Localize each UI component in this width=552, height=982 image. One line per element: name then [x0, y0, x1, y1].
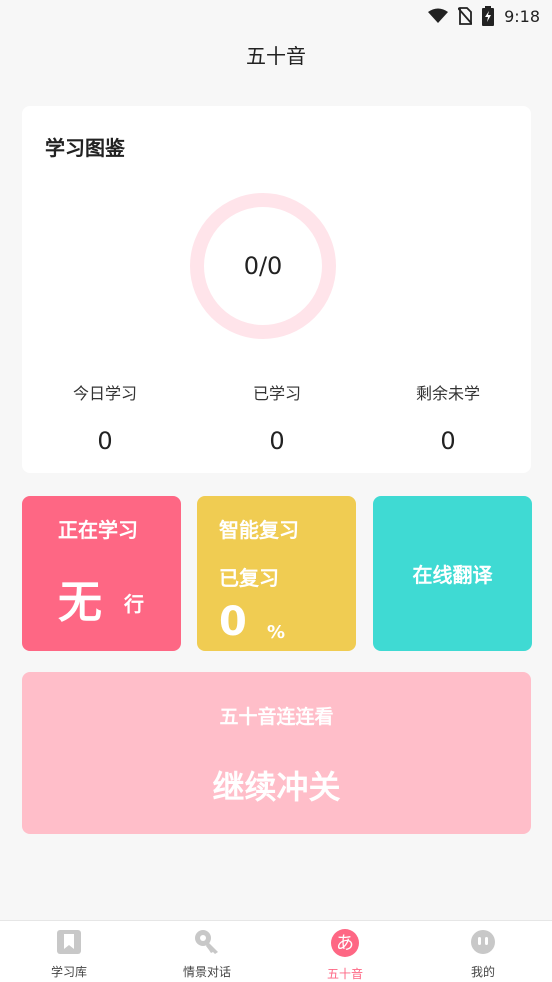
current-row-unit: 行	[124, 592, 144, 616]
nav-label: 学习库	[50, 965, 87, 979]
matching-game-banner[interactable]: 五十音连连看 继续冲关	[22, 672, 531, 834]
banner-subtitle: 五十音连连看	[219, 706, 334, 728]
stat-label: 已学习	[252, 384, 301, 403]
reviewed-value: 0	[219, 599, 247, 645]
stat-value: 0	[97, 427, 113, 455]
tile-label: 在线翻译	[412, 563, 493, 587]
nav-item-library[interactable]: 学习库	[0, 921, 138, 982]
stat-remaining: 剩余未学 0	[373, 382, 523, 456]
no-sim-icon	[458, 7, 473, 25]
stat-today: 今日学习 0	[30, 382, 180, 456]
current-row-value: 无	[58, 577, 102, 628]
tile-title: 正在学习	[58, 518, 138, 542]
stat-value: 0	[269, 427, 285, 455]
page-title: 五十音	[246, 44, 306, 68]
bottom-nav: 学习库 情景对话 あ 五十音 我的	[0, 920, 552, 982]
studying-tile[interactable]: 正在学习 无 行	[22, 496, 181, 651]
stat-label: 剩余未学	[415, 384, 480, 403]
stat-value: 0	[440, 427, 456, 455]
hiragana-glyph: あ	[336, 933, 354, 954]
status-bar: 9:18	[0, 0, 552, 32]
key-icon	[194, 929, 220, 959]
stat-learned: 已学习 0	[202, 382, 352, 456]
progress-text: 0/0	[243, 252, 283, 280]
nav-label: 我的	[470, 965, 495, 979]
status-time: 9:18	[504, 6, 540, 26]
card-title: 学习图鉴	[45, 136, 125, 160]
nav-item-dialogue[interactable]: 情景对话	[138, 921, 276, 982]
tile-title: 智能复习	[219, 518, 299, 542]
nav-item-mine[interactable]: 我的	[414, 921, 552, 982]
wifi-icon	[428, 8, 449, 24]
bookmark-icon	[56, 929, 82, 959]
reviewed-unit: %	[267, 622, 286, 643]
study-overview-card: 学习图鉴 0/0 今日学习 0 已学习 0 剩余未学 0	[22, 106, 531, 473]
hiragana-a-icon: あ	[331, 929, 359, 961]
stat-label: 今日学习	[72, 384, 137, 403]
online-translate-tile[interactable]: 在线翻译	[373, 496, 532, 651]
face-icon	[470, 929, 496, 959]
smart-review-tile[interactable]: 智能复习 已复习 0 %	[197, 496, 356, 651]
nav-label: 五十音	[326, 967, 363, 981]
reviewed-label: 已复习	[219, 566, 279, 590]
nav-label: 情景对话	[182, 965, 231, 979]
nav-item-gojuon[interactable]: あ 五十音	[276, 921, 414, 982]
continue-button-label: 继续冲关	[212, 768, 341, 806]
battery-charging-icon	[482, 6, 495, 26]
